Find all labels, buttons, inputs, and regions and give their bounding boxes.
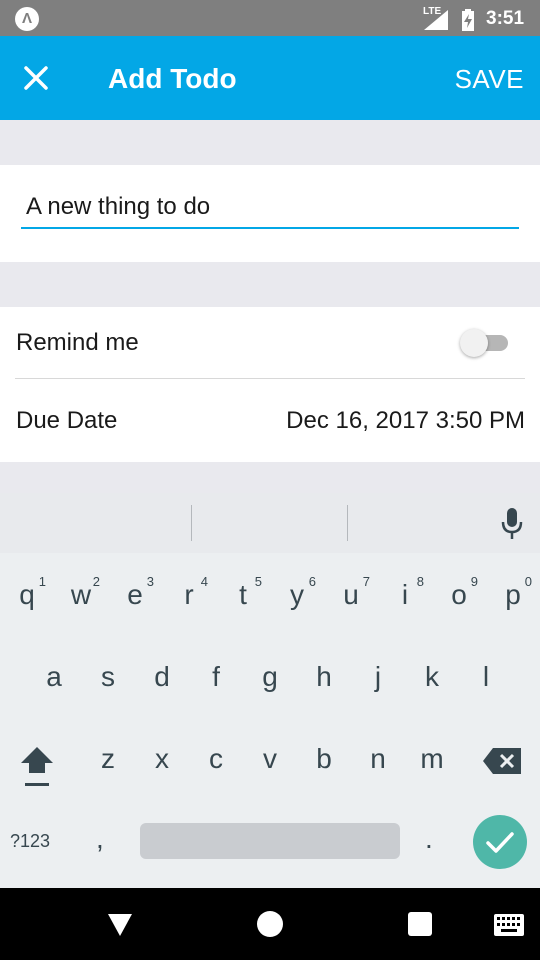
key-number-hint: 5 bbox=[254, 574, 262, 589]
key-w[interactable]: w2 bbox=[54, 555, 108, 635]
key-number-hint: 8 bbox=[416, 574, 424, 589]
suggestion-bar bbox=[0, 493, 540, 553]
key-label: j bbox=[374, 661, 382, 692]
key-label: y bbox=[290, 579, 304, 610]
key-label: o bbox=[451, 579, 467, 610]
key-number-hint: 3 bbox=[146, 574, 154, 589]
key-number-hint: 6 bbox=[308, 574, 316, 589]
key-l[interactable]: l bbox=[459, 637, 513, 717]
key-j[interactable]: j bbox=[351, 637, 405, 717]
remind-me-label: Remind me bbox=[16, 329, 139, 356]
key-number-hint: 2 bbox=[92, 574, 100, 589]
signal-icon bbox=[424, 10, 448, 30]
todo-text-section bbox=[0, 165, 540, 262]
status-bar: Λ LTE 3:51 bbox=[0, 0, 540, 36]
recents-icon[interactable] bbox=[408, 912, 432, 936]
key-k[interactable]: k bbox=[405, 637, 459, 717]
key-label: a bbox=[46, 661, 62, 692]
key-label: v bbox=[263, 743, 277, 774]
key-x[interactable]: x bbox=[135, 719, 189, 799]
options-section: Remind me Due Date Dec 16, 2017 3:50 PM bbox=[0, 307, 540, 462]
key-number-hint: 0 bbox=[524, 574, 532, 589]
key-q[interactable]: q1 bbox=[0, 555, 54, 635]
key-y[interactable]: y6 bbox=[270, 555, 324, 635]
key-u[interactable]: u7 bbox=[324, 555, 378, 635]
key-z[interactable]: z bbox=[81, 719, 135, 799]
check-icon bbox=[486, 832, 514, 853]
key-label: b bbox=[316, 743, 332, 774]
key-a[interactable]: a bbox=[27, 637, 81, 717]
key-label: f bbox=[212, 661, 220, 692]
key-d[interactable]: d bbox=[135, 637, 189, 717]
key-g[interactable]: g bbox=[243, 637, 297, 717]
key-label: r bbox=[184, 579, 194, 610]
battery-icon bbox=[462, 9, 474, 31]
period-key[interactable]: . bbox=[425, 823, 433, 855]
key-label: k bbox=[425, 661, 439, 692]
comma-key[interactable]: , bbox=[96, 823, 104, 855]
backspace-icon[interactable] bbox=[483, 748, 521, 774]
key-label: t bbox=[239, 579, 247, 610]
key-t[interactable]: t5 bbox=[216, 555, 270, 635]
key-label: n bbox=[370, 743, 386, 774]
soft-keyboard: ?123 , . q1w2e3r4t5y6u7i8o9p0asdfghjklzx… bbox=[0, 493, 540, 888]
key-label: e bbox=[127, 579, 143, 610]
key-number-hint: 4 bbox=[200, 574, 208, 589]
key-v[interactable]: v bbox=[243, 719, 297, 799]
suggestion-divider bbox=[191, 505, 192, 541]
close-icon[interactable] bbox=[18, 60, 54, 96]
space-key[interactable] bbox=[140, 823, 400, 859]
key-number-hint: 7 bbox=[362, 574, 370, 589]
toggle-thumb bbox=[460, 329, 488, 357]
enter-key[interactable] bbox=[473, 815, 527, 869]
key-f[interactable]: f bbox=[189, 637, 243, 717]
key-label: q bbox=[19, 579, 35, 610]
back-icon[interactable] bbox=[106, 912, 134, 936]
key-h[interactable]: h bbox=[297, 637, 351, 717]
due-date-value[interactable]: Dec 16, 2017 3:50 PM bbox=[286, 407, 525, 435]
key-label: c bbox=[209, 743, 223, 774]
key-p[interactable]: p0 bbox=[486, 555, 540, 635]
home-icon[interactable] bbox=[257, 911, 283, 937]
page-title: Add Todo bbox=[108, 63, 237, 94]
symbols-key[interactable]: ?123 bbox=[10, 831, 50, 852]
app-bar: Add Todo SAVE bbox=[0, 36, 540, 120]
key-label: h bbox=[316, 661, 332, 692]
key-label: s bbox=[101, 661, 115, 692]
todo-text-input[interactable] bbox=[21, 187, 519, 229]
key-label: g bbox=[262, 661, 278, 692]
system-nav-bar bbox=[0, 888, 540, 960]
key-c[interactable]: c bbox=[189, 719, 243, 799]
key-r[interactable]: r4 bbox=[162, 555, 216, 635]
remind-me-toggle[interactable] bbox=[460, 329, 508, 357]
key-label: u bbox=[343, 579, 359, 610]
suggestion-divider bbox=[347, 505, 348, 541]
shift-icon[interactable] bbox=[17, 743, 57, 791]
key-number-hint: 9 bbox=[470, 574, 478, 589]
key-label: l bbox=[482, 661, 490, 692]
key-label: z bbox=[101, 743, 115, 774]
save-button[interactable]: SAVE bbox=[455, 64, 524, 95]
key-label: w bbox=[70, 579, 92, 610]
keyboard-switch-icon[interactable] bbox=[494, 914, 524, 936]
key-s[interactable]: s bbox=[81, 637, 135, 717]
key-number-hint: 1 bbox=[38, 574, 46, 589]
key-label: p bbox=[505, 579, 521, 610]
key-o[interactable]: o9 bbox=[432, 555, 486, 635]
key-label: d bbox=[154, 661, 170, 692]
key-label: x bbox=[155, 743, 169, 774]
key-b[interactable]: b bbox=[297, 719, 351, 799]
app-notification-icon: Λ bbox=[15, 7, 39, 31]
due-date-label: Due Date bbox=[16, 407, 118, 434]
due-date-row[interactable]: Due Date Dec 16, 2017 3:50 PM bbox=[15, 385, 525, 457]
key-label: i bbox=[401, 579, 409, 610]
key-e[interactable]: e3 bbox=[108, 555, 162, 635]
clock: 3:51 bbox=[486, 8, 525, 29]
key-i[interactable]: i8 bbox=[378, 555, 432, 635]
key-n[interactable]: n bbox=[351, 719, 405, 799]
key-m[interactable]: m bbox=[405, 719, 459, 799]
key-label: m bbox=[420, 743, 444, 774]
remind-me-row[interactable]: Remind me bbox=[15, 307, 525, 379]
microphone-icon[interactable] bbox=[500, 508, 524, 540]
